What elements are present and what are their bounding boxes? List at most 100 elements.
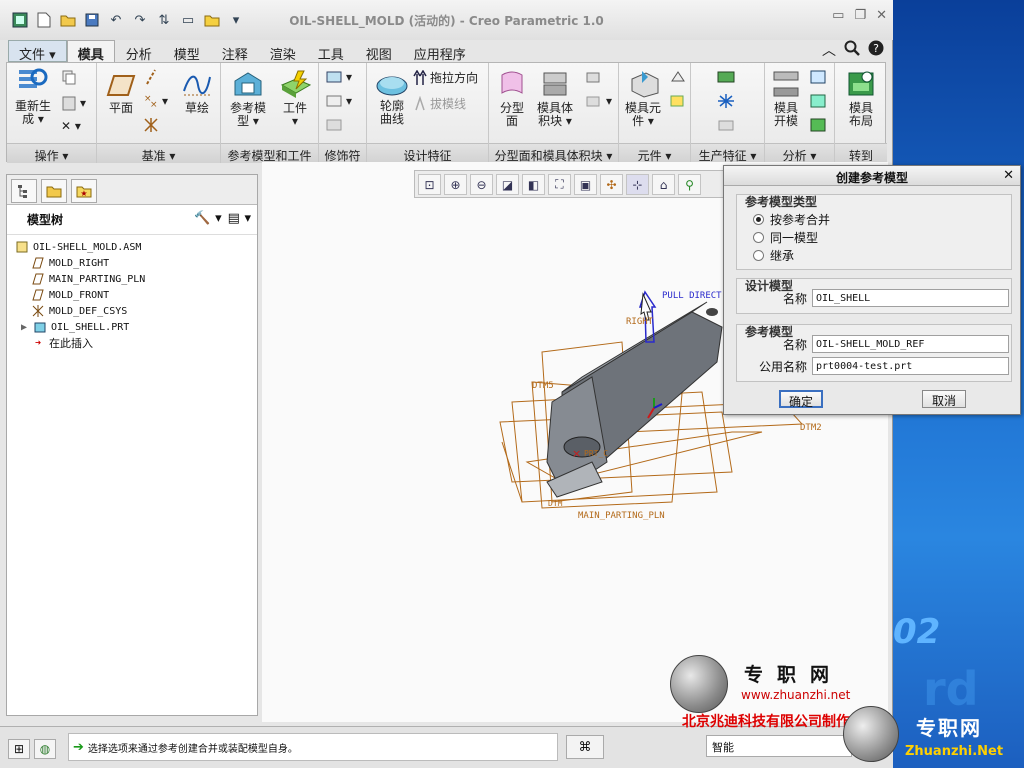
tab-annotate[interactable]: 注释 — [211, 40, 259, 63]
zoom-out-icon[interactable]: ⊖ — [470, 174, 493, 195]
modifier-3-icon[interactable] — [325, 117, 343, 133]
group-design-features-text: 设计特征 — [403, 149, 452, 163]
ok-button[interactable]: 确定 — [779, 390, 823, 409]
group-component-label[interactable]: 元件 ▾ — [619, 143, 690, 163]
point-icon[interactable]: × × ▾ — [143, 93, 168, 109]
tree-node[interactable]: MAIN_PARTING_PLN — [15, 271, 257, 287]
component-tool-1-icon[interactable] — [669, 69, 687, 85]
group-operations: 重新生 成 ▾ ▾ ✕ ▾ 操作 ▾ — [7, 63, 97, 163]
tree-columns-icon[interactable]: ▤ ▾ — [228, 211, 251, 226]
find-binoculars-icon[interactable]: ⌘ — [566, 735, 604, 759]
datum-display-icon[interactable]: ✣ — [600, 174, 623, 195]
tab-tools[interactable]: 工具 — [307, 40, 355, 63]
minimize-icon[interactable]: ▭ — [832, 8, 844, 23]
sketch-button[interactable]: 草绘 — [179, 71, 215, 115]
ref-model-common-name-field[interactable] — [812, 357, 1009, 375]
group-production-label[interactable]: 生产特征 ▾ — [691, 143, 764, 163]
tree-node[interactable]: MOLD_FRONT — [15, 287, 257, 303]
tree-node[interactable]: ➜ 在此插入 — [15, 335, 257, 351]
mold-volume-button[interactable]: 模具体 积块 ▾ — [533, 69, 577, 128]
help-icon[interactable]: ? — [868, 40, 884, 60]
tree-node[interactable]: MOLD_RIGHT — [15, 255, 257, 271]
ribbon: 重新生 成 ▾ ▾ ✕ ▾ 操作 ▾ 平面 × × ▾ 草绘 基准 ▾ 参考模 … — [6, 62, 887, 163]
workpiece-button[interactable]: 工件 ▾ — [275, 69, 315, 128]
model-tree-list: OIL-SHELL_MOLD.ASM MOLD_RIGHT MAIN_PARTI… — [7, 235, 257, 351]
draft-line-button[interactable]: 拔模线 — [413, 95, 466, 112]
radio-same-model[interactable]: 同一模型 — [753, 229, 818, 246]
collapse-ribbon-icon[interactable]: ︿ — [822, 40, 836, 60]
view-manager-icon[interactable]: ▣ — [574, 174, 597, 195]
parting-surface-button[interactable]: 分型 面 — [493, 69, 531, 128]
navigator-toggle-icon[interactable]: ⊞ — [8, 739, 30, 759]
tree-node-label: MOLD_RIGHT — [49, 257, 110, 269]
delete-icon[interactable]: ✕ ▾ — [61, 119, 81, 133]
tab-file[interactable]: 文件 ▾ — [8, 40, 67, 63]
thickness-check-icon[interactable] — [809, 93, 827, 109]
close-icon[interactable]: ✕ — [1003, 168, 1014, 183]
ref-model-name-field[interactable] — [812, 335, 1009, 353]
spin-center-icon[interactable]: ⊹ — [626, 174, 649, 195]
tree-node[interactable]: OIL-SHELL_MOLD.ASM — [15, 239, 257, 255]
mold-open-button[interactable]: 模具 开模 — [767, 69, 805, 128]
copy-icon[interactable] — [61, 69, 77, 85]
plane-button[interactable]: 平面 — [103, 73, 139, 115]
draft-check-icon[interactable] — [809, 69, 827, 85]
component-tool-2-icon[interactable] — [669, 93, 687, 109]
maximize-icon[interactable]: ❐ — [854, 8, 866, 23]
selection-filter-dropdown[interactable]: 智能 — [706, 735, 852, 757]
tree-node[interactable]: MOLD_DEF_CSYS — [15, 303, 257, 319]
annotation-display-icon[interactable]: ⌂ — [652, 174, 675, 195]
design-model-name-field[interactable] — [812, 289, 1009, 307]
tab-analysis[interactable]: 分析 — [115, 40, 163, 63]
refit-icon[interactable]: ⊡ — [418, 174, 441, 195]
group-analysis-label[interactable]: 分析 ▾ — [765, 143, 834, 163]
expand-arrow-icon[interactable]: ▶ — [19, 321, 29, 333]
radio-inherit[interactable]: 继承 — [753, 247, 794, 264]
group-operations-label[interactable]: 操作 ▾ — [7, 143, 96, 163]
favorites-tab-icon[interactable]: ★ — [71, 179, 97, 203]
tab-view[interactable]: 视图 — [355, 40, 403, 63]
tab-applications[interactable]: 应用程序 — [403, 40, 477, 63]
parting-tool-1-icon[interactable] — [585, 69, 603, 85]
pull-direction-text: PULL DIRECT — [662, 291, 722, 301]
projected-area-icon[interactable] — [809, 117, 827, 133]
network-display-icon[interactable]: ⚲ — [678, 174, 701, 195]
group-design-features: 轮廓 曲线 拖拉方向 拔模线 设计特征 — [367, 63, 489, 163]
contour-curve-button[interactable]: 轮廓 曲线 — [371, 71, 413, 126]
search-icon[interactable] — [844, 40, 860, 60]
parting-tool-2-icon[interactable]: ▾ — [585, 93, 612, 109]
csys-icon[interactable] — [143, 117, 159, 133]
tree-node-label: MAIN_PARTING_PLN — [49, 273, 146, 285]
reference-model-button[interactable]: 参考模 型 ▾ — [225, 69, 271, 128]
radio-merge-by-reference[interactable]: 按参考合并 — [753, 211, 830, 228]
datum-plane-icon — [31, 257, 45, 269]
oil-shell-part[interactable] — [546, 301, 723, 498]
zoom-in-icon[interactable]: ⊕ — [444, 174, 467, 195]
modifier-2-icon[interactable]: ▾ — [325, 93, 352, 109]
group-parting-label[interactable]: 分型面和模具体积块 ▾ — [489, 143, 618, 163]
tree-node[interactable]: ▶ OIL_SHELL.PRT — [15, 319, 257, 335]
water-line-icon[interactable] — [717, 93, 735, 109]
repaint-icon[interactable]: ◪ — [496, 174, 519, 195]
tab-mold[interactable]: 模具 — [66, 40, 115, 63]
mold-component-button[interactable]: 模具元 件 ▾ — [621, 69, 665, 128]
mold-layout-button[interactable]: 模具 布局 — [841, 69, 881, 128]
tab-model[interactable]: 模型 — [163, 40, 211, 63]
pull-direction-button[interactable]: 拖拉方向 — [413, 69, 478, 86]
saved-views-icon[interactable]: ⛶ — [548, 174, 571, 195]
runner-icon[interactable] — [717, 69, 735, 85]
production-tool-3-icon[interactable] — [717, 117, 735, 133]
display-style-icon[interactable]: ◧ — [522, 174, 545, 195]
regenerate-button[interactable]: 重新生 成 ▾ — [11, 67, 55, 126]
model-tree-tab-icon[interactable] — [11, 179, 37, 203]
tree-settings-icon[interactable]: 🔨 ▾ — [194, 211, 221, 226]
folder-browser-tab-icon[interactable] — [41, 179, 67, 203]
group-datum-label[interactable]: 基准 ▾ — [97, 143, 220, 163]
browser-toggle-icon[interactable]: ◍ — [34, 739, 56, 759]
axis-icon[interactable] — [143, 69, 159, 85]
shrinkage-icon[interactable]: ▾ — [325, 69, 352, 85]
close-icon[interactable]: ✕ — [876, 8, 887, 23]
cancel-button[interactable]: 取消 — [922, 390, 966, 408]
tab-render[interactable]: 渲染 — [259, 40, 307, 63]
paste-icon[interactable]: ▾ — [61, 95, 86, 111]
